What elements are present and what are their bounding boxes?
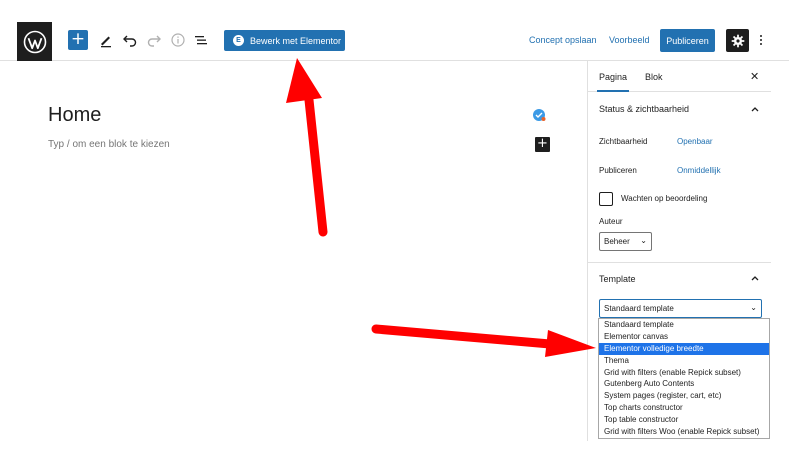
gear-icon: [731, 34, 744, 47]
inline-add-block-button[interactable]: +: [535, 137, 550, 152]
arrow-to-elementor-button: [286, 58, 328, 237]
template-option[interactable]: Gutenberg Auto Contents: [599, 378, 769, 390]
wordpress-icon: [23, 30, 46, 53]
settings-button[interactable]: [726, 29, 749, 52]
chevron-up-icon[interactable]: [750, 274, 760, 282]
template-option[interactable]: Standaard template: [599, 319, 769, 331]
template-dropdown-list: Standaard template Elementor canvas Elem…: [598, 318, 770, 439]
chevron-down-icon: ⌄: [750, 303, 757, 312]
tab-block[interactable]: Blok: [645, 72, 663, 82]
status-visibility-toggle[interactable]: Status & zichtbaarheid: [599, 104, 689, 114]
pending-review-checkbox[interactable]: [599, 192, 613, 206]
save-draft-button[interactable]: Concept opslaan: [529, 35, 597, 45]
template-select[interactable]: Standaard template ⌄: [599, 299, 762, 318]
edit-with-elementor-button[interactable]: E Bewerk met Elementor: [224, 30, 345, 51]
wordpress-logo-icon[interactable]: [17, 22, 52, 61]
pending-review-label[interactable]: Wachten op beoordeling: [621, 194, 707, 203]
verified-check-icon: [533, 109, 546, 121]
visibility-link[interactable]: Openbaar: [677, 137, 713, 146]
visibility-label: Zichtbaarheid: [599, 137, 648, 146]
undo-icon[interactable]: [121, 31, 139, 49]
page-title[interactable]: Home: [48, 104, 101, 127]
info-icon[interactable]: [169, 31, 187, 49]
list-view-icon[interactable]: [192, 31, 210, 49]
edit-pencil-icon[interactable]: [97, 31, 115, 49]
template-option-highlighted[interactable]: Elementor volledige breedte: [599, 342, 769, 355]
template-option[interactable]: Top charts constructor: [599, 402, 769, 414]
tab-page[interactable]: Pagina: [596, 72, 630, 92]
author-value: Beheer: [604, 237, 630, 246]
template-option[interactable]: Top table constructor: [599, 414, 769, 426]
editor-toolbar: + E Bewerk met Elementor Concept opslaan…: [0, 0, 789, 61]
redo-icon[interactable]: [145, 31, 163, 49]
chevron-up-icon[interactable]: [750, 105, 760, 113]
more-options-icon[interactable]: [757, 31, 765, 49]
template-toggle[interactable]: Template: [599, 274, 636, 284]
publish-date-link[interactable]: Onmiddellijk: [677, 166, 721, 175]
template-option[interactable]: System pages (register, cart, etc): [599, 390, 769, 402]
author-label: Auteur: [599, 217, 623, 226]
preview-button[interactable]: Voorbeeld: [609, 35, 650, 45]
publish-label: Publiceren: [599, 166, 637, 175]
template-option[interactable]: Grid with filters Woo (enable Repick sub…: [599, 426, 769, 438]
block-placeholder[interactable]: Typ / om een blok te kiezen: [48, 139, 170, 150]
template-value: Standaard template: [604, 304, 674, 313]
publish-button[interactable]: Publiceren: [660, 29, 715, 52]
template-option[interactable]: Thema: [599, 355, 769, 367]
template-option[interactable]: Elementor canvas: [599, 331, 769, 343]
arrow-to-template-option: [371, 324, 596, 357]
template-option[interactable]: Grid with filters (enable Repick subset): [599, 367, 769, 379]
chevron-down-icon: ⌄: [640, 236, 647, 245]
add-block-button[interactable]: +: [68, 30, 88, 50]
author-select[interactable]: Beheer ⌄: [599, 232, 652, 251]
section-divider: [588, 262, 771, 263]
sidebar-tabs: Pagina Blok ✕: [588, 61, 771, 92]
close-icon[interactable]: ✕: [750, 70, 759, 83]
elementor-button-label: Bewerk met Elementor: [250, 35, 342, 46]
elementor-icon: E: [233, 35, 244, 46]
